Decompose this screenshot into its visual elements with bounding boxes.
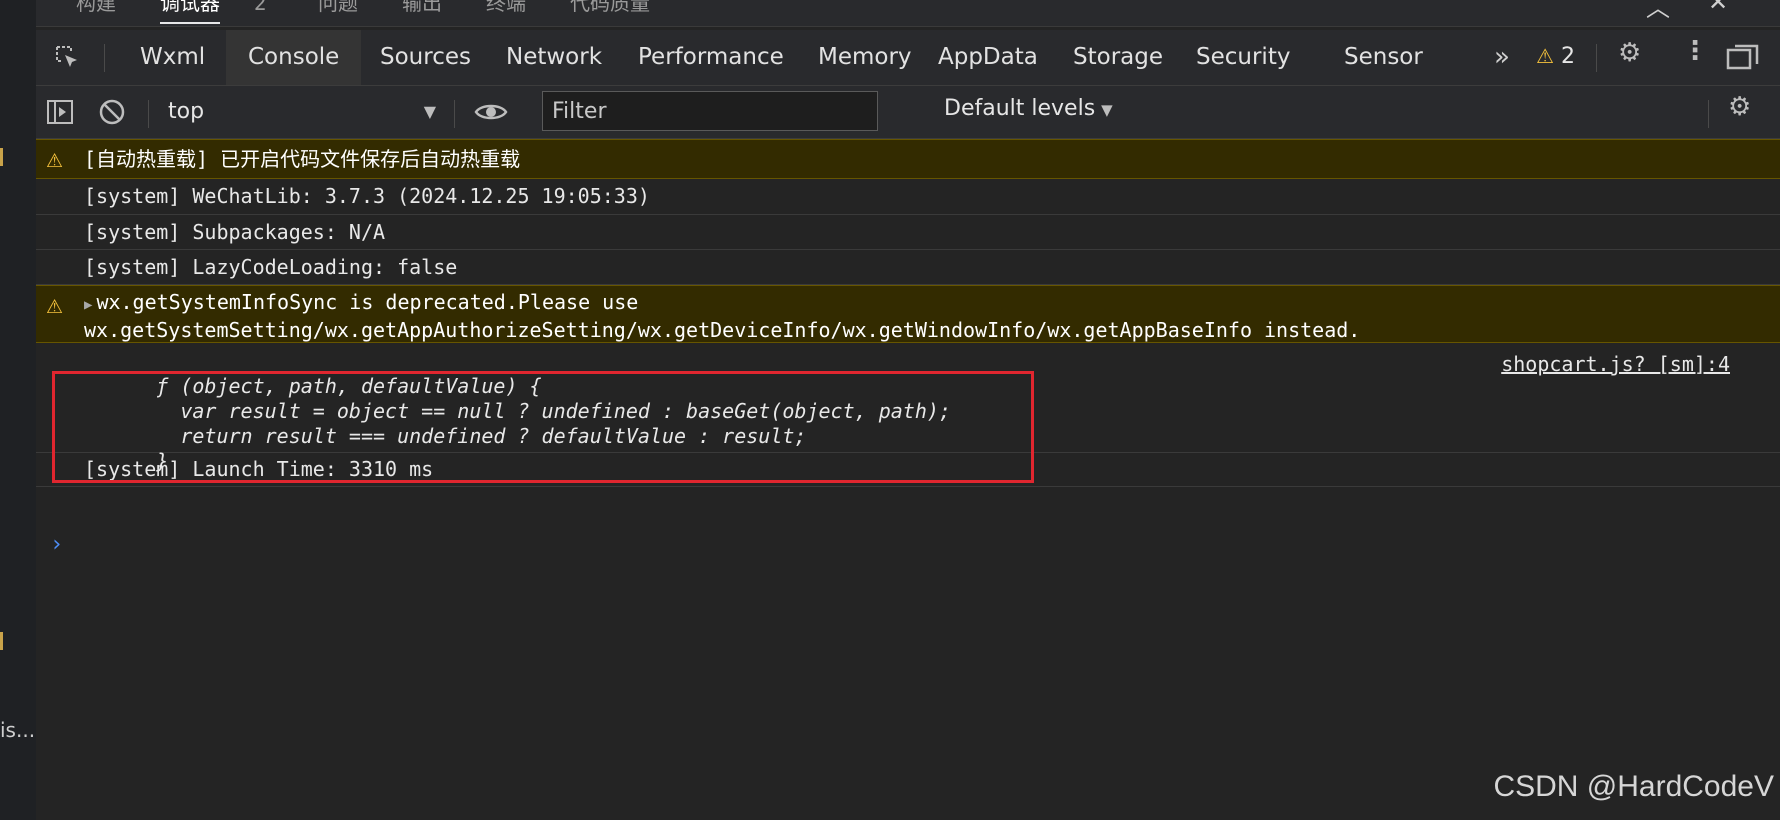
panel-tab-debugger-count: 2 [254, 0, 267, 15]
console-message-function[interactable]: ƒ (object, path, defaultValue) { var res… [36, 343, 1780, 473]
clear-console-icon[interactable] [98, 98, 126, 126]
message-text: [system] WeChatLib: 3.7.3 (2024.12.25 19… [84, 184, 650, 208]
message-text: [自动热重载] 已开启代码文件保存后自动热重载 [84, 147, 521, 171]
panel-tab-build[interactable]: 构建 [76, 0, 116, 16]
tab-network[interactable]: Network [484, 30, 624, 85]
console-message-log[interactable]: [system] LazyCodeLoading: false [36, 250, 1780, 285]
toolbar-divider [1596, 44, 1597, 72]
console-message-log[interactable]: [system] Subpackages: N/A [36, 215, 1780, 250]
expand-triangle-icon[interactable]: ▶ [84, 297, 92, 313]
message-text: [system] Launch Time: 3310 ms [84, 457, 434, 481]
collapse-icon[interactable]: ︿ [1646, 0, 1670, 23]
close-icon[interactable]: ✕ [1708, 0, 1728, 16]
gutter-marker [0, 148, 3, 166]
warning-first-line: ▶ wx.getSystemInfoSync is deprecated.Plea… [84, 290, 1780, 318]
gutter-marker [0, 632, 3, 650]
console-message-log[interactable]: [system] Launch Time: 3310 ms [36, 453, 1780, 487]
filter-input[interactable] [542, 91, 878, 131]
watermark: CSDN @HardCodeV [1493, 770, 1774, 803]
message-text: [system] LazyCodeLoading: false [84, 255, 458, 279]
log-levels-selector[interactable]: Default levels ▼ [944, 96, 1113, 121]
inspect-element-icon[interactable] [54, 44, 80, 70]
toolbar-divider [148, 100, 149, 128]
console-message-log[interactable]: [system] WeChatLib: 3.7.3 (2024.12.25 19… [36, 179, 1780, 215]
tab-security[interactable]: Security [1174, 30, 1312, 85]
dropdown-caret-icon: ▼ [1101, 101, 1113, 119]
tab-storage[interactable]: Storage [1051, 30, 1185, 85]
warning-count-badge[interactable]: ⚠ 2 [1536, 44, 1575, 69]
panel-tab-problems[interactable]: 问题 [318, 0, 358, 16]
panel-tab-output[interactable]: 输出 [402, 0, 442, 16]
panel-tab-debugger[interactable]: 调试器 [160, 0, 220, 24]
toolbar-divider [454, 100, 455, 128]
warning-count: 2 [1560, 44, 1575, 69]
tab-wxml[interactable]: Wxml [118, 30, 227, 85]
left-gutter: is... [0, 0, 36, 820]
tab-performance[interactable]: Performance [616, 30, 806, 85]
console-settings-gear-icon[interactable]: ⚙ [1728, 92, 1751, 122]
console-messages: ⚠ [自动热重载] 已开启代码文件保存后自动热重载 [system] WeCha… [36, 139, 1780, 557]
more-tabs-chevron-icon[interactable]: » [1494, 42, 1510, 72]
console-message-warning[interactable]: ⚠ ▶ wx.getSystemInfoSync is deprecated.Pl… [36, 285, 1780, 343]
context-value: top [168, 99, 205, 124]
console-toolbar: top ▼ Default levels ▼ ⚙ [36, 86, 1780, 139]
live-expression-eye-icon[interactable] [474, 98, 508, 126]
more-options-icon[interactable]: ⋮ [1682, 36, 1708, 66]
toolbar-divider [1708, 100, 1709, 128]
message-text-continued: wx.getSystemSetting/wx.getAppAuthorizeSe… [84, 318, 1361, 342]
warning-icon: ⚠ [1536, 44, 1554, 68]
toolbar-divider [104, 44, 105, 72]
tab-sources[interactable]: Sources [358, 30, 493, 85]
console-message-warning[interactable]: ⚠ [自动热重载] 已开启代码文件保存后自动热重载 [36, 139, 1780, 179]
settings-gear-icon[interactable]: ⚙ [1618, 38, 1641, 68]
tab-appdata[interactable]: AppData [916, 30, 1060, 85]
tab-memory[interactable]: Memory [796, 30, 934, 85]
log-levels-value: Default levels [944, 96, 1096, 121]
message-text: [system] Subpackages: N/A [84, 220, 386, 244]
dropdown-caret-icon: ▼ [423, 102, 436, 121]
tab-console[interactable]: Console [226, 30, 362, 85]
warning-icon: ⚠ [46, 296, 64, 318]
tab-sensor[interactable]: Sensor [1322, 30, 1445, 85]
message-text: wx.getSystemInfoSync is deprecated.Pleas… [96, 290, 639, 314]
console-prompt-icon[interactable]: › [50, 532, 63, 557]
source-file-link[interactable]: shopcart.js? [sm]:4 [1501, 352, 1730, 377]
devtools-panel: 构建 调试器 2 问题 输出 终端 代码质量 ︿ ✕ Wxml Console … [36, 0, 1780, 820]
toggle-sidebar-icon[interactable] [46, 98, 74, 126]
devtools-tab-bar: Wxml Console Sources Network Performance… [36, 30, 1780, 86]
warning-icon: ⚠ [46, 150, 64, 172]
panel-tabs: 构建 调试器 2 问题 输出 终端 代码质量 ︿ ✕ [36, 0, 1780, 27]
panel-tab-terminal[interactable]: 终端 [486, 0, 526, 16]
panel-tab-code-quality[interactable]: 代码质量 [570, 0, 650, 16]
undock-window-icon[interactable] [1726, 42, 1760, 72]
gutter-truncated-text: is... [0, 718, 36, 742]
context-selector[interactable]: top ▼ [168, 94, 436, 130]
